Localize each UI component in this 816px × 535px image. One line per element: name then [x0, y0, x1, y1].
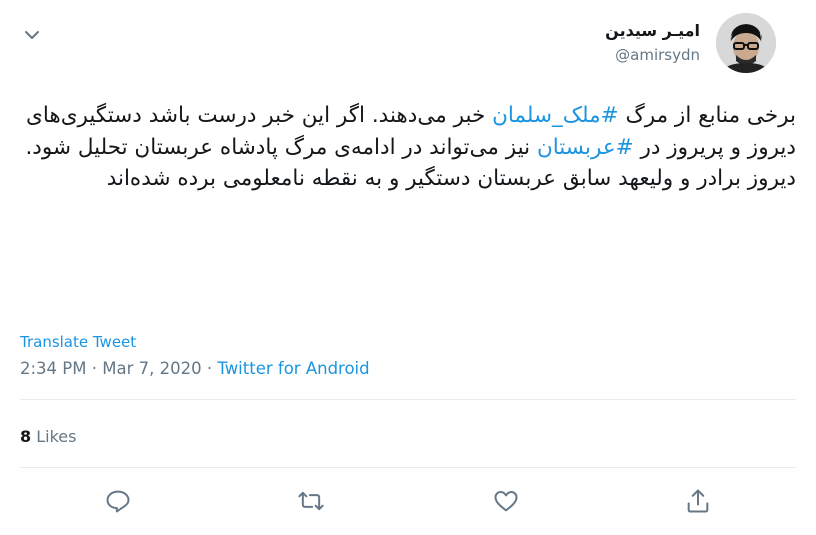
author-handle[interactable]: @amirsydn [605, 46, 700, 64]
tweet-text: برخی منابع از مرگ #ملک_سلمان خبر می‌دهند… [20, 100, 796, 195]
translate-tweet-link[interactable]: Translate Tweet [20, 333, 136, 351]
tweet-text-part-4: دیروز برادر و ولیعهد سابق عربستان دستگیر… [106, 166, 796, 191]
tweet-text-part-1: برخی منابع از مرگ [618, 103, 796, 128]
hashtag-link[interactable]: #ملک_سلمان [492, 103, 619, 128]
tweet-actions [20, 487, 796, 517]
hashtag-link[interactable]: #عربستان [537, 135, 634, 160]
heart-icon[interactable] [492, 487, 520, 515]
likes-count[interactable]: 8 Likes [20, 427, 76, 446]
author-display-name[interactable]: امیـر سیدین [605, 21, 700, 40]
author-names[interactable]: امیـر سیدین @amirsydn [605, 21, 700, 64]
avatar[interactable] [716, 13, 776, 73]
tweet-header: امیـر سیدین @amirsydn [20, 13, 796, 83]
meta-separator: · [206, 359, 213, 378]
tweet-meta: 2:34 PM · Mar 7, 2020 · Twitter for Andr… [20, 359, 370, 378]
tweet-time[interactable]: 2:34 PM [20, 359, 86, 378]
tweet-date[interactable]: Mar 7, 2020 [102, 359, 201, 378]
chevron-down-icon[interactable] [20, 23, 44, 47]
tweet-text-part-3: نیز می‌تواند در ادامه‌ی مرگ پادشاه عربست… [25, 134, 537, 160]
likes-number: 8 [20, 427, 32, 446]
divider [20, 399, 796, 400]
reply-icon[interactable] [104, 487, 132, 515]
divider [20, 467, 796, 468]
share-icon[interactable] [684, 487, 712, 515]
tweet-source-link[interactable]: Twitter for Android [217, 359, 369, 378]
retweet-icon[interactable] [297, 487, 325, 515]
likes-label: Likes [36, 427, 77, 446]
meta-separator: · [91, 359, 97, 378]
